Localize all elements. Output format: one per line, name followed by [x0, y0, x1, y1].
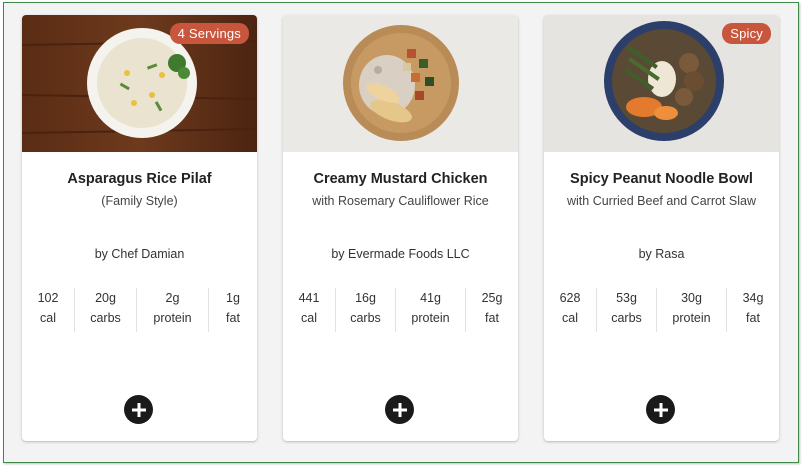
spicy-badge: Spicy [722, 23, 771, 44]
stat-protein: 41g protein [395, 288, 465, 332]
stat-value: 20g [95, 291, 116, 305]
recipe-author: by Chef Damian [94, 247, 185, 261]
stat-value: 102 [37, 291, 59, 305]
stat-value: 34g [742, 291, 764, 305]
nutrition-stats: 441 cal 16g carbs 41g protein 25g fat [283, 288, 518, 332]
stat-value: 41g [420, 291, 441, 305]
plus-icon [653, 402, 668, 417]
plus-icon [131, 402, 146, 417]
recipe-title: Creamy Mustard Chicken [313, 171, 488, 187]
stat-value: 16g [355, 291, 376, 305]
stat-label: fat [746, 311, 760, 325]
recipe-grid: 4 Servings Asparagus Rice Pilaf (Family … [3, 2, 799, 463]
nutrition-stats: 628 cal 53g carbs 30g protein 34g fat [544, 288, 779, 332]
recipe-subtitle: (Family Style) [101, 194, 178, 208]
stat-label: protein [153, 311, 192, 325]
stat-value: 53g [616, 291, 637, 305]
stat-value: 25g [481, 291, 503, 305]
recipe-subtitle: with Rosemary Cauliflower Rice [312, 194, 489, 208]
add-recipe-button[interactable] [646, 395, 675, 424]
stat-calories: 628 cal [544, 288, 596, 332]
stat-label: carbs [90, 311, 121, 325]
stat-fat: 25g fat [465, 288, 518, 332]
recipe-title: Asparagus Rice Pilaf [67, 171, 212, 187]
recipe-photo[interactable]: Spicy [544, 15, 779, 152]
add-recipe-button[interactable] [385, 395, 414, 424]
recipe-card-asparagus-rice-pilaf[interactable]: 4 Servings Asparagus Rice Pilaf (Family … [22, 15, 257, 441]
recipe-title: Spicy Peanut Noodle Bowl [570, 171, 753, 187]
stat-value: 1g [226, 291, 240, 305]
recipe-photo[interactable] [283, 15, 518, 152]
stat-label: carbs [611, 311, 642, 325]
nutrition-stats: 102 cal 20g carbs 2g protein 1g fat [22, 288, 257, 332]
stat-fat: 34g fat [726, 288, 779, 332]
stat-carbs: 20g carbs [74, 288, 136, 332]
stat-protein: 2g protein [136, 288, 208, 332]
stat-label: fat [485, 311, 499, 325]
recipe-card-creamy-mustard-chicken[interactable]: Creamy Mustard Chicken with Rosemary Cau… [283, 15, 518, 441]
stat-value: 441 [298, 291, 320, 305]
recipe-photo[interactable]: 4 Servings [22, 15, 257, 152]
stat-value: 30g [681, 291, 702, 305]
recipe-subtitle: with Curried Beef and Carrot Slaw [567, 194, 756, 208]
recipe-author: by Evermade Foods LLC [331, 247, 470, 261]
stat-calories: 441 cal [283, 288, 335, 332]
stat-label: cal [40, 311, 56, 325]
stat-label: protein [411, 311, 450, 325]
stat-value: 628 [559, 291, 581, 305]
stat-fat: 1g fat [208, 288, 257, 332]
stat-calories: 102 cal [22, 288, 74, 332]
stat-carbs: 53g carbs [596, 288, 656, 332]
plus-icon [392, 402, 407, 417]
stat-carbs: 16g carbs [335, 288, 395, 332]
stat-protein: 30g protein [656, 288, 726, 332]
stat-label: cal [301, 311, 317, 325]
stat-label: cal [562, 311, 578, 325]
add-recipe-button[interactable] [124, 395, 153, 424]
stat-label: protein [672, 311, 711, 325]
servings-badge: 4 Servings [169, 23, 249, 44]
recipe-author: by Rasa [638, 247, 685, 261]
recipe-card-spicy-peanut-noodle-bowl[interactable]: Spicy Spicy Peanut Noodle Bowl with Curr… [544, 15, 779, 441]
stat-label: fat [226, 311, 240, 325]
stat-value: 2g [165, 291, 180, 305]
stat-label: carbs [350, 311, 381, 325]
